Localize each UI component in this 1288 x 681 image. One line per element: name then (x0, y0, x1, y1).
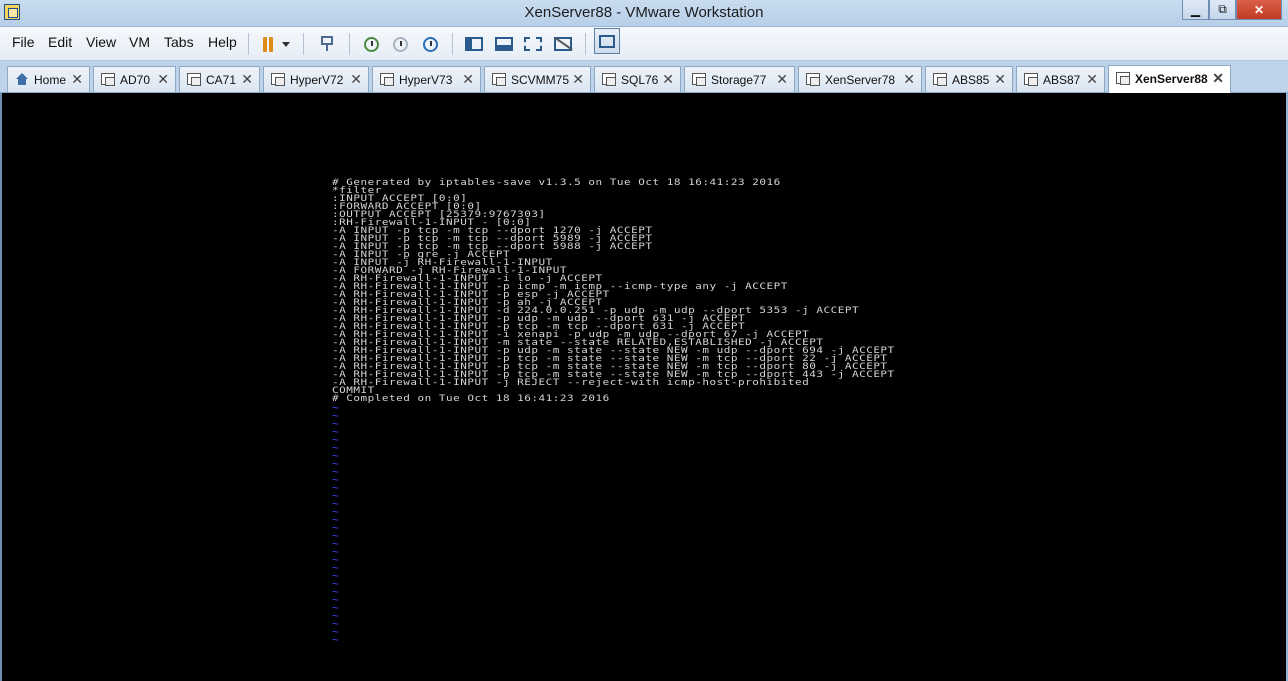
vm-tab-bar: Home ✕ AD70 ✕ CA71 ✕ HyperV72 ✕ HyperV73… (0, 61, 1288, 93)
vi-empty-line-tilde: ~ (332, 633, 339, 646)
close-icon[interactable]: ✕ (462, 71, 474, 88)
tab-label: ABS87 (1043, 73, 1081, 87)
tab-label: HyperV73 (399, 73, 453, 87)
menu-help[interactable]: Help (208, 34, 237, 50)
tab-ca71[interactable]: CA71 ✕ (179, 66, 260, 92)
vm-icon (1024, 73, 1038, 86)
close-icon[interactable]: ✕ (776, 71, 788, 88)
menu-file[interactable]: File (12, 34, 35, 50)
menu-toolbar: File Edit View VM Tabs Help (0, 27, 1288, 61)
tab-xenserver78[interactable]: XenServer78 ✕ (798, 66, 922, 92)
dropdown-arrow-icon[interactable] (279, 33, 293, 55)
tab-label: SQL76 (621, 73, 659, 87)
menu-edit[interactable]: Edit (48, 34, 72, 50)
tab-label: AD70 (120, 73, 151, 87)
unity-icon[interactable] (552, 33, 574, 55)
tab-label: CA71 (206, 73, 237, 87)
show-library-icon[interactable] (463, 33, 485, 55)
close-icon[interactable]: ✕ (903, 71, 915, 88)
close-icon[interactable]: ✕ (157, 71, 169, 88)
close-icon[interactable]: ✕ (241, 71, 253, 88)
snapshot-manager-icon[interactable] (419, 33, 441, 55)
close-icon[interactable]: ✕ (662, 71, 674, 88)
vm-console-screen[interactable]: # Generated by iptables-save v1.3.5 on T… (2, 93, 1286, 681)
tab-storage77[interactable]: Storage77 ✕ (684, 66, 795, 92)
console-view-icon[interactable] (594, 28, 620, 54)
console-text-line: # Generated by iptables-save v1.3.5 on T… (332, 177, 781, 188)
send-keys-icon[interactable] (316, 33, 338, 55)
tab-label: XenServer78 (825, 73, 896, 87)
pause-icon[interactable] (257, 33, 279, 55)
tab-hyperv73[interactable]: HyperV73 ✕ (372, 66, 481, 92)
vm-icon (933, 73, 947, 86)
close-icon[interactable]: ✕ (350, 71, 362, 88)
tab-home[interactable]: Home ✕ (7, 66, 90, 92)
vm-icon (602, 73, 616, 86)
menu-view[interactable]: View (86, 34, 116, 50)
console-text-line: # Completed on Tue Oct 18 16:41:23 2016 (332, 393, 610, 404)
minimize-button[interactable]: ▁ (1182, 0, 1209, 20)
vm-icon (187, 73, 201, 86)
tab-label: Home (34, 73, 67, 87)
tab-abs85[interactable]: ABS85 ✕ (925, 66, 1013, 92)
vm-icon (692, 73, 706, 86)
vm-icon (492, 73, 506, 86)
close-icon[interactable]: ✕ (572, 71, 584, 88)
toolbar-separator (303, 33, 304, 55)
window-controls: ▁ ⧉ ✕ (1182, 0, 1282, 21)
vm-icon (380, 73, 394, 86)
maximize-button[interactable]: ⧉ (1209, 0, 1236, 20)
tab-label: XenServer88 (1135, 72, 1208, 86)
close-icon[interactable]: ✕ (71, 71, 83, 88)
thumbnail-bar-icon[interactable] (493, 33, 515, 55)
home-icon (15, 73, 29, 85)
vm-icon (1116, 72, 1130, 85)
tab-label: HyperV72 (290, 73, 344, 87)
vm-icon (806, 73, 820, 86)
toolbar-separator (452, 33, 453, 55)
tab-label: ABS85 (952, 73, 990, 87)
tab-ad70[interactable]: AD70 ✕ (93, 66, 176, 92)
tab-label: Storage77 (711, 73, 767, 87)
toolbar-separator (349, 33, 350, 55)
toolbar-separator (585, 33, 586, 55)
tab-label: SCVMM75 (511, 73, 570, 87)
tab-hyperv72[interactable]: HyperV72 ✕ (263, 66, 369, 92)
menu-vm[interactable]: VM (129, 34, 150, 50)
tab-scvmm75[interactable]: SCVMM75 ✕ (484, 66, 591, 92)
snapshot-icon[interactable] (360, 33, 382, 55)
tab-abs87[interactable]: ABS87 ✕ (1016, 66, 1105, 92)
tab-sql76[interactable]: SQL76 ✕ (594, 66, 681, 92)
close-button[interactable]: ✕ (1236, 0, 1282, 20)
revert-snapshot-icon[interactable] (389, 33, 411, 55)
title-bar: XenServer88 - VMware Workstation ▁ ⧉ ✕ (0, 0, 1288, 27)
menu-tabs[interactable]: Tabs (164, 34, 194, 50)
vm-icon (101, 73, 115, 86)
full-screen-icon[interactable] (522, 33, 544, 55)
console-text-line: -A RH-Firewall-1-INPUT -j REJECT --rejec… (332, 377, 810, 388)
close-icon[interactable]: ✕ (994, 71, 1006, 88)
tab-xenserver88[interactable]: XenServer88 ✕ (1108, 65, 1231, 93)
close-icon[interactable]: ✕ (1212, 70, 1224, 87)
close-icon[interactable]: ✕ (1086, 71, 1098, 88)
window-title: XenServer88 - VMware Workstation (524, 4, 764, 21)
toolbar-separator (248, 33, 249, 55)
vm-icon (271, 73, 285, 86)
